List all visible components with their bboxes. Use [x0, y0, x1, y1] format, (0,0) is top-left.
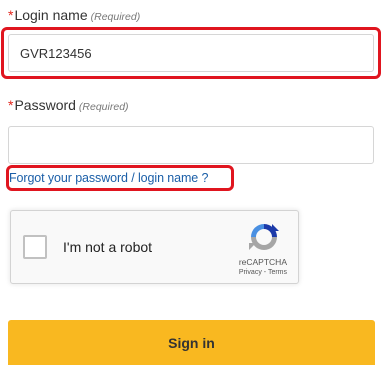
login-name-label: *Login name (Required)	[8, 7, 140, 23]
login-name-highlight	[1, 27, 381, 79]
recaptcha-logo-icon	[249, 224, 279, 250]
login-name-label-text: Login name	[14, 7, 88, 23]
sign-in-button[interactable]: Sign in	[8, 320, 375, 365]
recaptcha-checkbox[interactable]	[23, 235, 47, 259]
recaptcha-brand: reCAPTCHA	[238, 257, 287, 267]
recaptcha-privacy-link[interactable]: Privacy	[239, 269, 262, 276]
recaptcha-widget: I'm not a robot reCAPTCHA Privacy - Term…	[10, 210, 299, 284]
login-form: *Login name(Required) *Password(Required…	[0, 0, 383, 365]
recaptcha-checkbox-label: I'm not a robot	[63, 239, 153, 255]
required-note: (Required)	[90, 11, 141, 23]
required-mark: *	[8, 97, 14, 113]
password-input[interactable]	[8, 126, 374, 164]
forgot-link-highlight	[6, 165, 234, 191]
recaptcha-links: Privacy - Terms	[239, 269, 287, 276]
password-label-text: Password	[14, 97, 76, 113]
required-note: (Required)	[78, 101, 129, 113]
required-mark: *	[8, 7, 14, 23]
recaptcha-terms-link[interactable]: Terms	[268, 269, 287, 276]
password-label: *Password (Required)	[8, 97, 129, 113]
